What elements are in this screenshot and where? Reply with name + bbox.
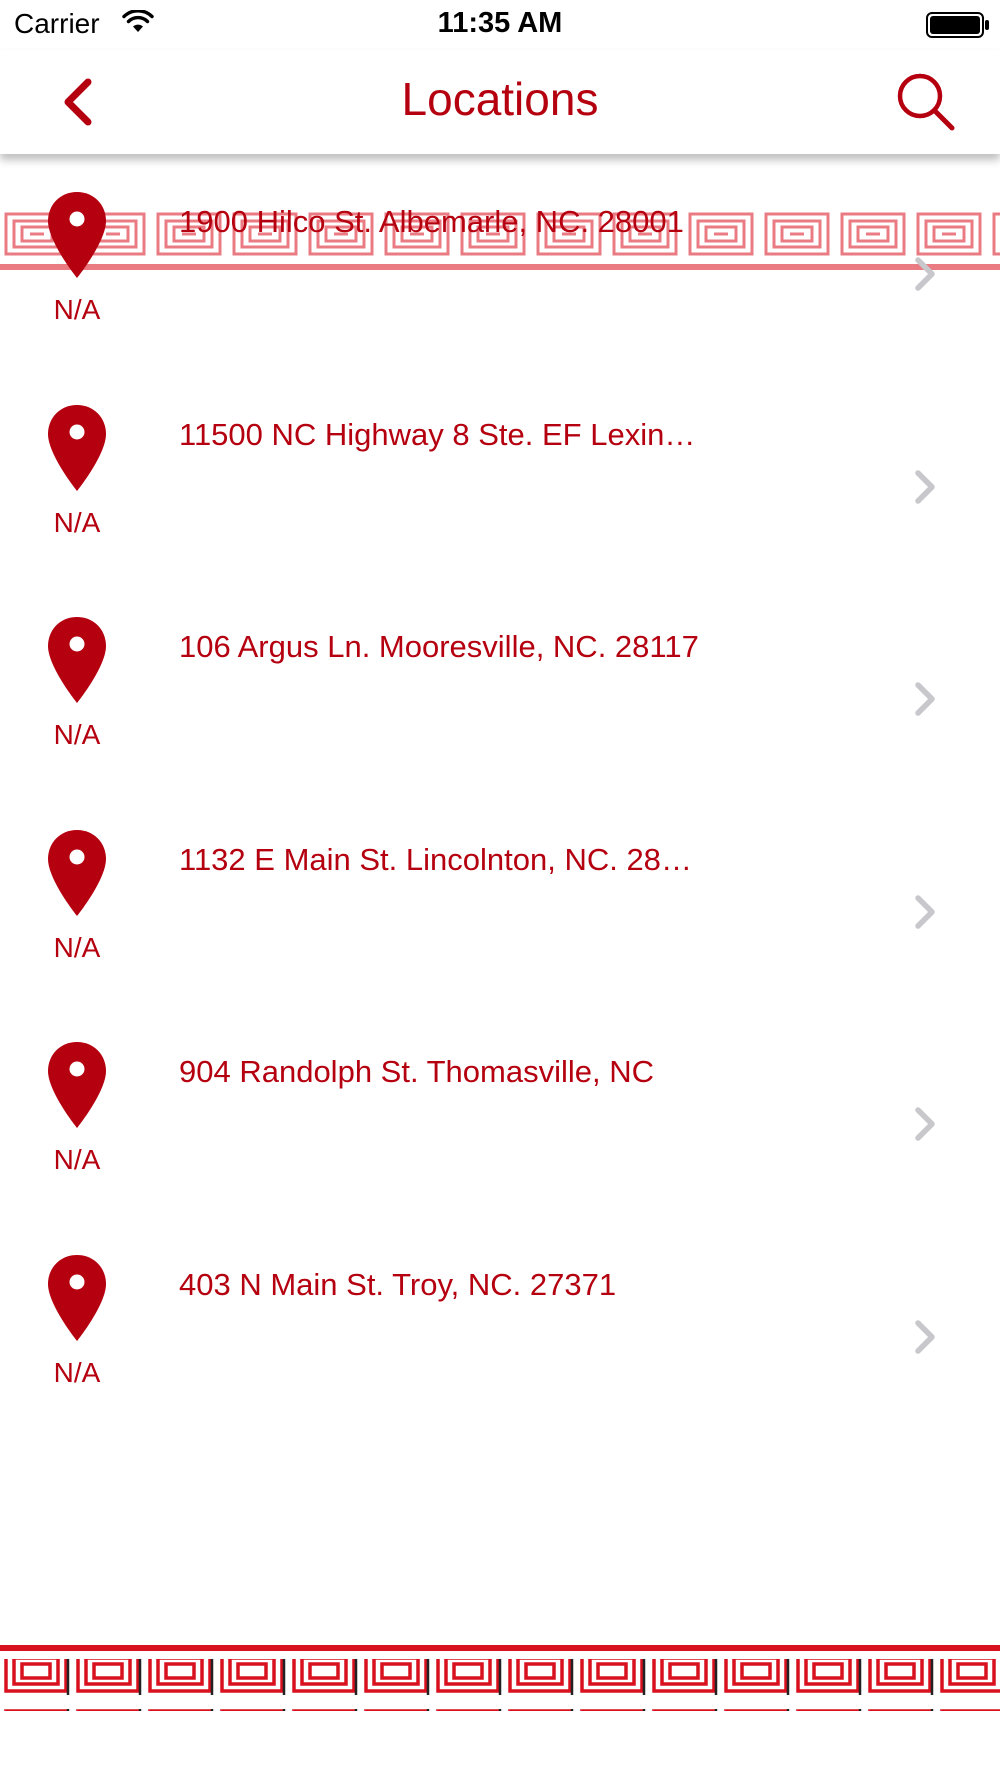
map-pin-icon bbox=[48, 404, 106, 491]
chevron-right-icon bbox=[915, 1319, 935, 1354]
chevron-right-icon bbox=[915, 682, 935, 716]
location-row[interactable]: N/A 106 Argus Ln. Mooresville, NC. 28117 bbox=[0, 579, 1000, 792]
location-row[interactable]: N/A 904 Randolph St. Thomasville, NC bbox=[0, 1004, 1000, 1217]
page-title: Locations bbox=[401, 73, 599, 125]
map-pin-icon bbox=[48, 192, 106, 278]
map-pin-icon bbox=[48, 1042, 106, 1128]
location-row[interactable]: N/A 11500 NC Highway 8 Ste. EF Lexington… bbox=[0, 367, 1000, 580]
chevron-right-icon bbox=[915, 257, 935, 291]
location-row[interactable]: N/A 1900 Hilco St. Albemarle, NC. 28001 bbox=[0, 154, 1000, 367]
greek-key-border-bottom bbox=[0, 1645, 1000, 1711]
battery-icon bbox=[926, 12, 989, 38]
search-icon bbox=[897, 73, 955, 131]
location-address: 106 Argus Ln. Mooresville, NC. 28117 bbox=[179, 629, 699, 664]
distance-label: N/A bbox=[53, 719, 101, 750]
status-time: 11:35 AM bbox=[437, 7, 563, 39]
location-address: 403 N Main St. Troy, NC. 27371 bbox=[179, 1266, 617, 1302]
map-pin-icon bbox=[48, 1254, 106, 1341]
location-address: 1132 E Main St. Lincolnton, NC. 28092 bbox=[179, 841, 699, 877]
location-row[interactable]: N/A 1132 E Main St. Lincolnton, NC. 2809… bbox=[0, 792, 1000, 1005]
map-pin-icon bbox=[48, 829, 106, 916]
location-list: N/A 1900 Hilco St. Albemarle, NC. 28001 … bbox=[0, 154, 1000, 1429]
distance-label: N/A bbox=[53, 294, 101, 325]
chevron-right-icon bbox=[915, 894, 935, 929]
distance-label: N/A bbox=[53, 506, 101, 538]
location-row[interactable]: N/A 403 N Main St. Troy, NC. 27371 bbox=[0, 1217, 1000, 1430]
map-pin-icon bbox=[48, 617, 106, 703]
location-address: 1900 Hilco St. Albemarle, NC. 28001 bbox=[179, 204, 684, 239]
chevron-right-icon bbox=[915, 469, 935, 504]
location-address: 904 Randolph St. Thomasville, NC bbox=[179, 1054, 655, 1089]
distance-label: N/A bbox=[53, 1356, 101, 1388]
status-bar: Carrier 11:35 AM bbox=[0, 0, 1000, 50]
location-address: 11500 NC Highway 8 Ste. EF Lexington, NC bbox=[179, 416, 699, 452]
chevron-right-icon bbox=[915, 1107, 935, 1141]
navigation-bar: Locations bbox=[0, 50, 1000, 154]
distance-label: N/A bbox=[53, 931, 101, 963]
search-button[interactable] bbox=[890, 66, 960, 136]
distance-label: N/A bbox=[53, 1144, 101, 1175]
